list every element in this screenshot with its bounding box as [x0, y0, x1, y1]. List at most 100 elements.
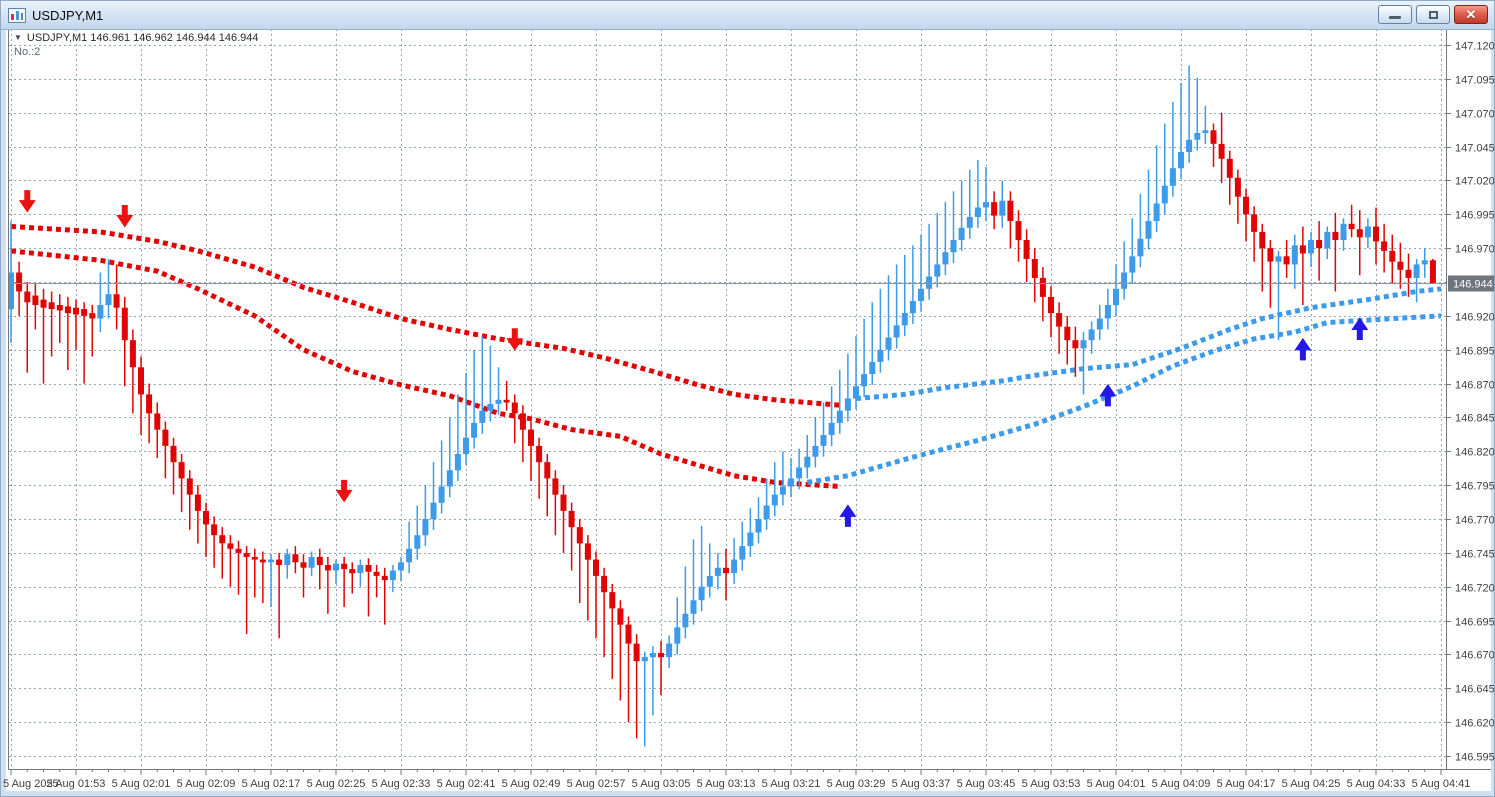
candle-body — [1048, 296, 1054, 314]
symbol-dropdown-icon[interactable]: ▼ — [14, 33, 22, 42]
time-axis-label: 5 Aug 03:37 — [892, 778, 951, 790]
candle-body — [1234, 177, 1241, 197]
candle-body — [617, 608, 624, 625]
candle-body — [1210, 130, 1217, 144]
candle-body — [666, 643, 673, 658]
candle-body — [991, 202, 998, 216]
candle-body — [918, 288, 924, 301]
time-axis-label: 5 Aug 02:41 — [437, 778, 496, 790]
candle-body — [658, 653, 664, 658]
candle-body — [1421, 260, 1428, 265]
candle-body — [1178, 152, 1184, 169]
candle-body — [154, 413, 161, 430]
candle-body — [235, 548, 242, 553]
chart-canvas[interactable]: 147.120 147.095 147.070 147.045 147.020 146.9… — [1, 1, 1495, 797]
minimize-button[interactable] — [1378, 5, 1412, 24]
candle-body — [869, 361, 876, 375]
candle-body — [983, 202, 989, 208]
candle-body — [796, 467, 803, 479]
candle-body — [1389, 250, 1396, 262]
candle-body — [755, 519, 762, 533]
candle-body — [487, 403, 494, 411]
candle-body — [1332, 231, 1339, 240]
candle-body — [1145, 221, 1152, 239]
candle-body — [1283, 256, 1290, 265]
candle-body — [398, 562, 404, 571]
price-axis-label: 146.720 — [1455, 583, 1495, 595]
time-axis-label: 5 Aug 03:21 — [762, 778, 821, 790]
price-axis-label: 146.645 — [1455, 684, 1495, 696]
candle-body — [974, 207, 981, 217]
close-icon: ✕ — [1465, 7, 1477, 22]
candle-body — [276, 559, 283, 565]
chart-client-area — [6, 29, 1491, 791]
candle-body — [763, 505, 770, 519]
candle-body — [1348, 223, 1355, 230]
candle-body — [625, 624, 632, 644]
candle-body — [812, 445, 819, 457]
time-axis-label: 5 Aug 04:01 — [1087, 778, 1146, 790]
candle-body — [1113, 288, 1119, 306]
candle-body — [454, 454, 461, 471]
candle-body — [73, 307, 79, 315]
candle-body — [828, 422, 835, 435]
candle-body — [1096, 318, 1103, 330]
window-title: USDJPY,M1 — [32, 7, 104, 23]
candle-body — [389, 570, 396, 580]
price-axis-label: 147.095 — [1455, 75, 1495, 87]
candle-body — [203, 510, 209, 525]
candle-body — [1072, 340, 1079, 349]
candle-body — [901, 313, 908, 326]
candle-body — [243, 552, 250, 557]
time-axis-label: 5 Aug 04:41 — [1412, 778, 1471, 790]
candle-body — [633, 643, 640, 662]
candle-body — [1218, 143, 1225, 159]
time-axis-label: 5 Aug 04:25 — [1282, 778, 1341, 790]
candle-body — [934, 264, 941, 277]
candle-body — [146, 394, 153, 414]
price-axis-label: 146.670 — [1455, 650, 1495, 662]
current-price-badge-label: 146.944 — [1453, 279, 1493, 291]
candle-body — [16, 272, 23, 292]
indicator-label: No.:2 — [14, 46, 41, 58]
price-axis-label: 147.120 — [1455, 41, 1495, 53]
candle-body — [1373, 226, 1379, 242]
candle-body — [682, 613, 689, 628]
time-axis-label: 5 Aug 04:09 — [1152, 778, 1211, 790]
candle-body — [788, 478, 794, 487]
price-axis-label: 146.995 — [1455, 210, 1495, 222]
candle-body — [1031, 259, 1038, 278]
candle-body — [162, 429, 169, 446]
candle-body — [950, 240, 957, 253]
candle-body — [560, 494, 567, 511]
candle-body — [1397, 261, 1404, 270]
candle-body — [1308, 240, 1314, 254]
candle-body — [731, 559, 738, 574]
candle-body — [503, 399, 510, 403]
candle-body — [32, 295, 39, 305]
candle-body — [422, 519, 429, 536]
time-axis-label: 5 Aug 04:33 — [1347, 778, 1406, 790]
window-titlebar[interactable]: USDJPY,M1 ✕ — [1, 1, 1494, 30]
candle-body — [300, 562, 307, 568]
candle-body — [414, 535, 421, 549]
time-axis-label: 5 Aug 03:53 — [1022, 778, 1081, 790]
candle-body — [24, 291, 31, 303]
candle-body — [308, 556, 315, 568]
candle-body — [1121, 272, 1128, 289]
close-button[interactable]: ✕ — [1454, 5, 1488, 24]
candle-body — [690, 600, 697, 614]
candle-body — [406, 548, 413, 563]
candle-body — [885, 337, 892, 350]
candle-body — [958, 227, 965, 240]
candle-body — [446, 470, 453, 487]
candle-body — [1169, 168, 1176, 186]
price-axis-label: 146.920 — [1455, 312, 1495, 324]
candle-body — [568, 510, 575, 528]
price-axis-label: 146.745 — [1455, 549, 1495, 561]
restore-button[interactable] — [1416, 5, 1450, 24]
candle-body — [471, 422, 478, 438]
candle-body — [259, 559, 266, 563]
candle-body — [1324, 231, 1331, 249]
candle-body — [706, 575, 713, 587]
